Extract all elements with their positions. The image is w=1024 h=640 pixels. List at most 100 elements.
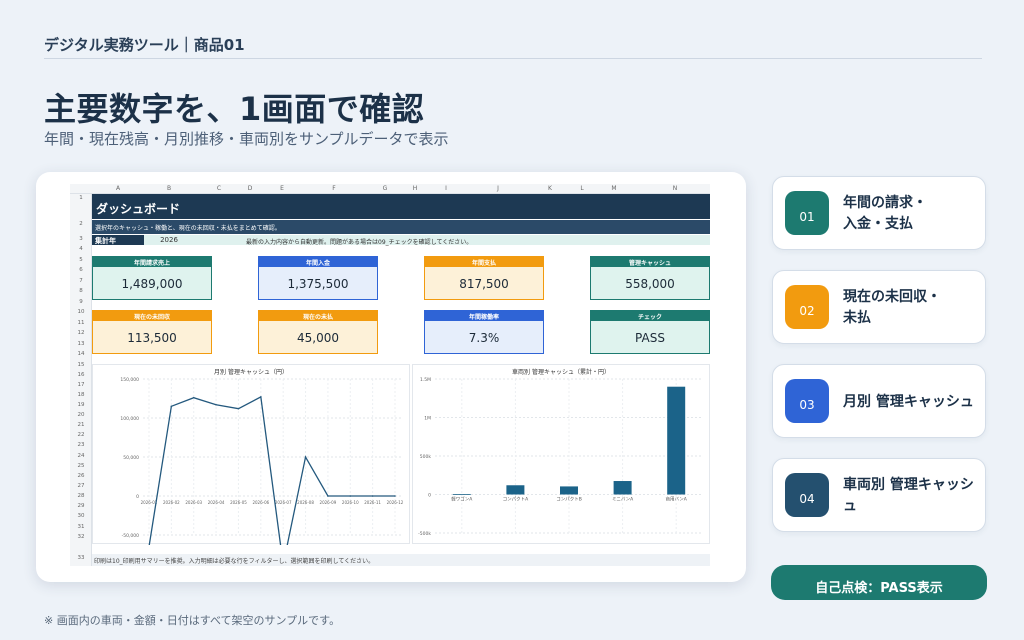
row-header[interactable]: 18 bbox=[70, 392, 92, 398]
pass-display-button[interactable]: 自己点検：PASS表示 bbox=[771, 565, 987, 600]
row-header[interactable]: 14 bbox=[70, 351, 92, 357]
row-header[interactable]: 33 bbox=[70, 555, 92, 561]
row-header[interactable]: 3 bbox=[70, 236, 92, 242]
dashboard-title: ダッシュボード bbox=[92, 194, 710, 219]
category-label: コンパクトA bbox=[503, 497, 529, 503]
feature-card-01[interactable]: 01 年間の請求・ 入金・支払 bbox=[772, 176, 986, 250]
bar bbox=[452, 494, 471, 495]
row-header[interactable]: 11 bbox=[70, 320, 92, 326]
column-header[interactable]: D bbox=[244, 185, 256, 192]
row-header[interactable]: 9 bbox=[70, 299, 92, 305]
kpi-card: チェック PASS bbox=[590, 310, 710, 354]
dashboard-description: 選択年のキャッシュ・稼働と、現在の未回収・未払をまとめて確認。 bbox=[92, 220, 710, 234]
category-label: 商用バンA bbox=[666, 496, 688, 503]
row-header[interactable]: 27 bbox=[70, 483, 92, 489]
column-header[interactable]: N bbox=[640, 185, 710, 192]
row-header[interactable]: 26 bbox=[70, 473, 92, 479]
row-header[interactable]: 23 bbox=[70, 442, 92, 448]
row-header[interactable]: 30 bbox=[70, 513, 92, 519]
kpi-value: 7.3% bbox=[424, 320, 544, 354]
row-header[interactable]: 13 bbox=[70, 341, 92, 347]
x-tick-label: 2026-10 bbox=[342, 500, 359, 505]
column-header[interactable]: E bbox=[256, 185, 308, 192]
kpi-label: 年間請求売上 bbox=[92, 256, 212, 267]
monthly-cash-chart: 月別 管理キャッシュ（円） 150,000 100,000 50,000 0 -50,0… bbox=[92, 364, 410, 545]
row-header[interactable]: 29 bbox=[70, 503, 92, 509]
row-header[interactable]: 17 bbox=[70, 382, 92, 388]
column-header[interactable]: A bbox=[92, 185, 144, 192]
row-header[interactable]: 31 bbox=[70, 524, 92, 530]
row-header[interactable]: 28 bbox=[70, 493, 92, 499]
column-header[interactable]: B bbox=[144, 185, 194, 192]
bar bbox=[613, 481, 632, 495]
kpi-label: 年間入金 bbox=[258, 256, 378, 267]
feature-label: 現在の未回収・ 未払 bbox=[843, 289, 941, 326]
row-header[interactable]: 32 bbox=[70, 534, 92, 540]
y-tick-label: 50,000 bbox=[123, 455, 139, 461]
feature-label: 車両別 管理キャッシュ bbox=[843, 477, 974, 514]
vehicle-cash-chart: 車両別 管理キャッシュ（累計・円） 1.5M 1M 500k 0 -500k 軽ワゴンA コ… bbox=[412, 364, 710, 544]
kpi-label: チェック bbox=[590, 310, 710, 321]
kpi-label: 年間稼働率 bbox=[424, 310, 544, 321]
row-header[interactable]: 15 bbox=[70, 362, 92, 368]
page-title: 主要数字を、1画面で確認 bbox=[44, 90, 425, 128]
row-header[interactable]: 21 bbox=[70, 422, 92, 428]
column-header[interactable]: I bbox=[420, 185, 472, 192]
row-headers: 1 2 3 4 5 6 7 8 9 10 11 12 13 14 15 16 17 18 19 20 21 22 23 24 2… bbox=[70, 194, 92, 566]
data-point bbox=[304, 456, 307, 458]
row-header[interactable]: 8 bbox=[70, 288, 92, 294]
line-chart-svg: 150,000100,00050,0000-50,0002026-01 2026-… bbox=[120, 377, 404, 545]
y-tick-label: -500k bbox=[418, 531, 431, 537]
kpi-card: 年間入金 1,375,500 bbox=[258, 256, 378, 300]
column-header[interactable]: H bbox=[410, 185, 420, 192]
feature-card-03[interactable]: 03 月別 管理キャッシュ bbox=[772, 364, 986, 438]
row-header[interactable]: 19 bbox=[70, 402, 92, 408]
row-header[interactable]: 20 bbox=[70, 412, 92, 418]
feature-number-badge: 01 bbox=[785, 191, 829, 235]
column-header[interactable]: G bbox=[360, 185, 410, 192]
bar-chart-svg: 1.5M 1M 500k 0 -500k 軽ワゴンA コンパクトA コンパクトB ミニバンA 商用… bbox=[418, 377, 703, 537]
y-tick-label: 500k bbox=[420, 454, 432, 460]
kpi-label: 現在の未払 bbox=[258, 310, 378, 321]
y-tick-label: 0 bbox=[136, 494, 139, 500]
row-header[interactable]: 16 bbox=[70, 372, 92, 378]
row-header[interactable]: 5 bbox=[70, 257, 92, 263]
column-header[interactable]: C bbox=[194, 185, 244, 192]
data-point bbox=[215, 403, 217, 406]
column-header[interactable]: M bbox=[588, 185, 640, 192]
column-header[interactable]: F bbox=[308, 185, 360, 192]
row-header[interactable]: 24 bbox=[70, 453, 92, 459]
row-header[interactable]: 1 bbox=[70, 195, 92, 201]
x-tick-label: 2026-05 bbox=[230, 500, 247, 505]
series-line bbox=[148, 395, 395, 545]
row-header[interactable]: 22 bbox=[70, 432, 92, 438]
year-input[interactable]: 2026 bbox=[144, 235, 194, 245]
header-divider bbox=[44, 58, 982, 59]
kpi-value: 817,500 bbox=[424, 266, 544, 300]
feature-card-04[interactable]: 04 車両別 管理キャッシュ bbox=[772, 458, 986, 532]
row-header[interactable]: 25 bbox=[70, 463, 92, 469]
data-point bbox=[349, 495, 352, 497]
kpi-card: 現在の未払 45,000 bbox=[258, 310, 378, 354]
feature-card-02[interactable]: 02 現在の未回収・ 未払 bbox=[772, 270, 986, 344]
row-header[interactable]: 6 bbox=[70, 267, 92, 273]
row-header[interactable]: 2 bbox=[70, 221, 92, 227]
kpi-value: 113,500 bbox=[92, 320, 212, 354]
row-header[interactable]: 7 bbox=[70, 278, 92, 284]
column-header[interactable]: K bbox=[524, 185, 576, 192]
category-label: 軽ワゴンA bbox=[451, 496, 473, 503]
y-tick-label: -50,000 bbox=[122, 533, 140, 539]
row-header[interactable]: 12 bbox=[70, 330, 92, 336]
row-header[interactable]: 4 bbox=[70, 246, 92, 252]
column-headers: ABCDEFGHIJKLMN bbox=[70, 184, 710, 194]
column-header[interactable]: J bbox=[472, 185, 524, 192]
category-label: ミニバンA bbox=[612, 497, 634, 503]
kpi-value: 558,000 bbox=[590, 266, 710, 300]
feature-number-badge: 03 bbox=[785, 379, 829, 423]
kpi-label: 年間支払 bbox=[424, 256, 544, 267]
data-point bbox=[394, 495, 396, 497]
x-tick-label: 2026-07 bbox=[275, 500, 292, 505]
column-header[interactable]: L bbox=[576, 185, 588, 192]
row-header[interactable]: 10 bbox=[70, 309, 92, 315]
x-tick-label: 2026-12 bbox=[387, 500, 404, 505]
